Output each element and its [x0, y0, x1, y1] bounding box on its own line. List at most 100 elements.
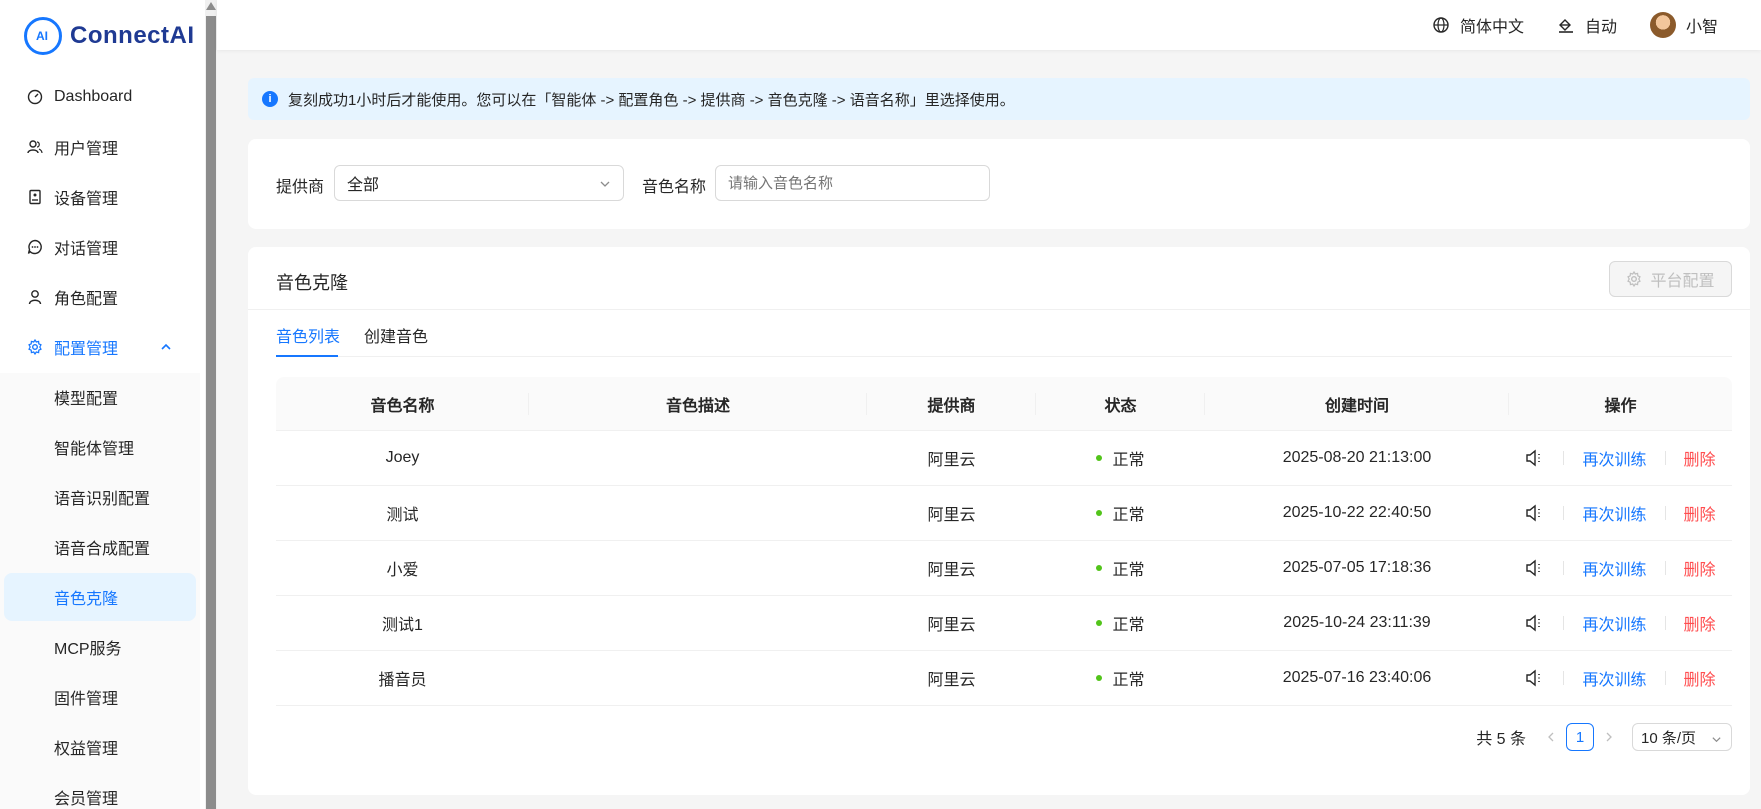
gear-icon: [1626, 271, 1642, 287]
sidebar-item-entitlements[interactable]: 权益管理: [4, 723, 196, 771]
voice-name-cell: Joey: [385, 449, 420, 466]
voice-tabs: 音色列表 创建音色: [276, 310, 1732, 357]
created-time-cell: 2025-07-05 17:18:36: [1282, 559, 1432, 576]
retrain-button[interactable]: 再次训练: [1582, 611, 1646, 635]
sidebar-item-users[interactable]: 用户管理: [4, 123, 196, 171]
column-header: 提供商: [867, 377, 1036, 430]
created-time-cell: 2025-10-22 22:40:50: [1282, 504, 1432, 521]
action-divider: [1563, 451, 1565, 465]
scroll-thumb[interactable]: [206, 16, 216, 809]
config-submenu: 模型配置 智能体管理 语音识别配置 语音合成配置 音色克隆 MCP服务 固件管理…: [0, 373, 200, 809]
action-divider: [1664, 671, 1666, 685]
retrain-button[interactable]: 再次训练: [1582, 556, 1646, 580]
language-label: 简体中文: [1460, 19, 1525, 36]
speaker-icon[interactable]: [1525, 669, 1545, 687]
sidebar-item-membership[interactable]: 会员管理: [4, 773, 196, 809]
provider-select[interactable]: 全部: [334, 165, 624, 201]
sidebar-item-agent-management[interactable]: 智能体管理: [4, 423, 196, 471]
action-divider: [1664, 451, 1666, 465]
sidebar-scrollbar[interactable]: [205, 0, 217, 809]
device-icon: [26, 188, 44, 206]
table-header: 音色名称 音色描述 提供商 状态 创建时间 操作: [276, 377, 1732, 431]
sidebar-item-label: 会员管理: [54, 791, 119, 808]
delete-button[interactable]: 删除: [1684, 611, 1716, 635]
voice-name-input[interactable]: [715, 165, 990, 201]
sidebar-item-devices[interactable]: 设备管理: [4, 173, 196, 221]
speaker-icon[interactable]: [1525, 559, 1545, 577]
status-badge: 正常: [1112, 507, 1145, 524]
sidebar-item-conversations[interactable]: 对话管理: [4, 223, 196, 271]
sidebar-item-label: 配置管理: [54, 341, 119, 358]
sidebar-item-config[interactable]: 配置管理: [4, 323, 196, 371]
speaker-icon[interactable]: [1525, 614, 1545, 632]
page-number-button[interactable]: 1: [1566, 723, 1594, 751]
scroll-up-arrow-icon[interactable]: [206, 2, 216, 10]
dashboard-icon: [26, 88, 44, 106]
prev-page-icon[interactable]: [1540, 723, 1562, 751]
sidebar-item-label: 用户管理: [54, 141, 119, 158]
status-dot-icon: [1096, 675, 1103, 681]
brand-name: ConnectAI: [70, 22, 195, 49]
action-divider: [1664, 616, 1666, 630]
user-menu[interactable]: 小智: [1650, 12, 1718, 38]
sidebar-item-tts-config[interactable]: 语音合成配置: [4, 523, 196, 571]
delete-button[interactable]: 删除: [1684, 556, 1716, 580]
card-title: 音色克隆: [276, 273, 348, 293]
globe-icon: [1432, 16, 1450, 34]
status-dot-icon: [1096, 510, 1103, 516]
pagination-total: 共 5 条: [1476, 731, 1526, 748]
filter-card: 提供商 全部 音色名称: [248, 139, 1750, 229]
paint-bucket-icon: [1557, 16, 1575, 34]
delete-button[interactable]: 删除: [1684, 501, 1716, 525]
status-cell: 正常: [1036, 431, 1205, 485]
brand-logo[interactable]: ConnectAI: [24, 16, 195, 56]
gear-icon: [26, 338, 44, 356]
theme-switcher[interactable]: 自动: [1557, 12, 1617, 38]
status-cell: 正常: [1036, 486, 1205, 540]
page-size-select[interactable]: 10 条/页: [1632, 723, 1732, 751]
status-cell: 正常: [1036, 651, 1205, 705]
sidebar-item-label: 设备管理: [54, 191, 119, 208]
provider-select-value: 全部: [347, 177, 380, 194]
users-icon: [26, 138, 44, 156]
voice-desc-cell: [529, 541, 867, 595]
action-divider: [1664, 506, 1666, 520]
tab-voice-list[interactable]: 音色列表: [276, 323, 340, 347]
platform-config-button[interactable]: 平台配置: [1609, 261, 1732, 297]
sidebar-item-asr-config[interactable]: 语音识别配置: [4, 473, 196, 521]
sidebar-item-label: 角色配置: [54, 291, 119, 308]
sidebar-item-voice-clone[interactable]: 音色克隆: [4, 573, 196, 621]
sidebar-item-model-config[interactable]: 模型配置: [4, 373, 196, 421]
column-header: 操作: [1604, 397, 1637, 415]
sidebar: ConnectAI Dashboard 用户管理 设备管理 对话管理: [0, 0, 205, 809]
retrain-button[interactable]: 再次训练: [1582, 446, 1646, 470]
voice-name-cell: 测试1: [382, 617, 423, 634]
next-page-icon[interactable]: [1598, 723, 1620, 751]
retrain-button[interactable]: 再次训练: [1582, 501, 1646, 525]
action-divider: [1563, 506, 1565, 520]
sidebar-item-label: 语音合成配置: [54, 541, 151, 558]
sidebar-item-label: 模型配置: [54, 391, 119, 408]
voice-table: 音色名称 音色描述 提供商 状态 创建时间 操作 Joey 阿里云 正常 202…: [276, 377, 1732, 706]
sidebar-item-mcp-service[interactable]: MCP服务: [4, 623, 196, 671]
actions-cell: 再次训练 删除: [1509, 596, 1732, 650]
retrain-button[interactable]: 再次训练: [1582, 666, 1646, 690]
status-cell: 正常: [1036, 596, 1205, 650]
sidebar-item-roles[interactable]: 角色配置: [4, 273, 196, 321]
action-divider: [1664, 561, 1666, 575]
speaker-icon[interactable]: [1525, 449, 1545, 467]
theme-label: 自动: [1585, 19, 1618, 36]
speaker-icon[interactable]: [1525, 504, 1545, 522]
provider-cell: 阿里云: [927, 562, 976, 579]
sidebar-item-dashboard[interactable]: Dashboard: [4, 73, 196, 121]
chevron-down-icon: [1711, 732, 1722, 743]
language-switcher[interactable]: 简体中文: [1432, 12, 1524, 38]
status-badge: 正常: [1112, 452, 1145, 469]
chat-icon: [26, 238, 44, 256]
sidebar-item-label: 智能体管理: [54, 441, 135, 458]
sidebar-item-firmware[interactable]: 固件管理: [4, 673, 196, 721]
sidebar-item-label: 权益管理: [54, 741, 119, 758]
delete-button[interactable]: 删除: [1684, 446, 1716, 470]
tab-create-voice[interactable]: 创建音色: [364, 323, 428, 347]
delete-button[interactable]: 删除: [1684, 666, 1716, 690]
